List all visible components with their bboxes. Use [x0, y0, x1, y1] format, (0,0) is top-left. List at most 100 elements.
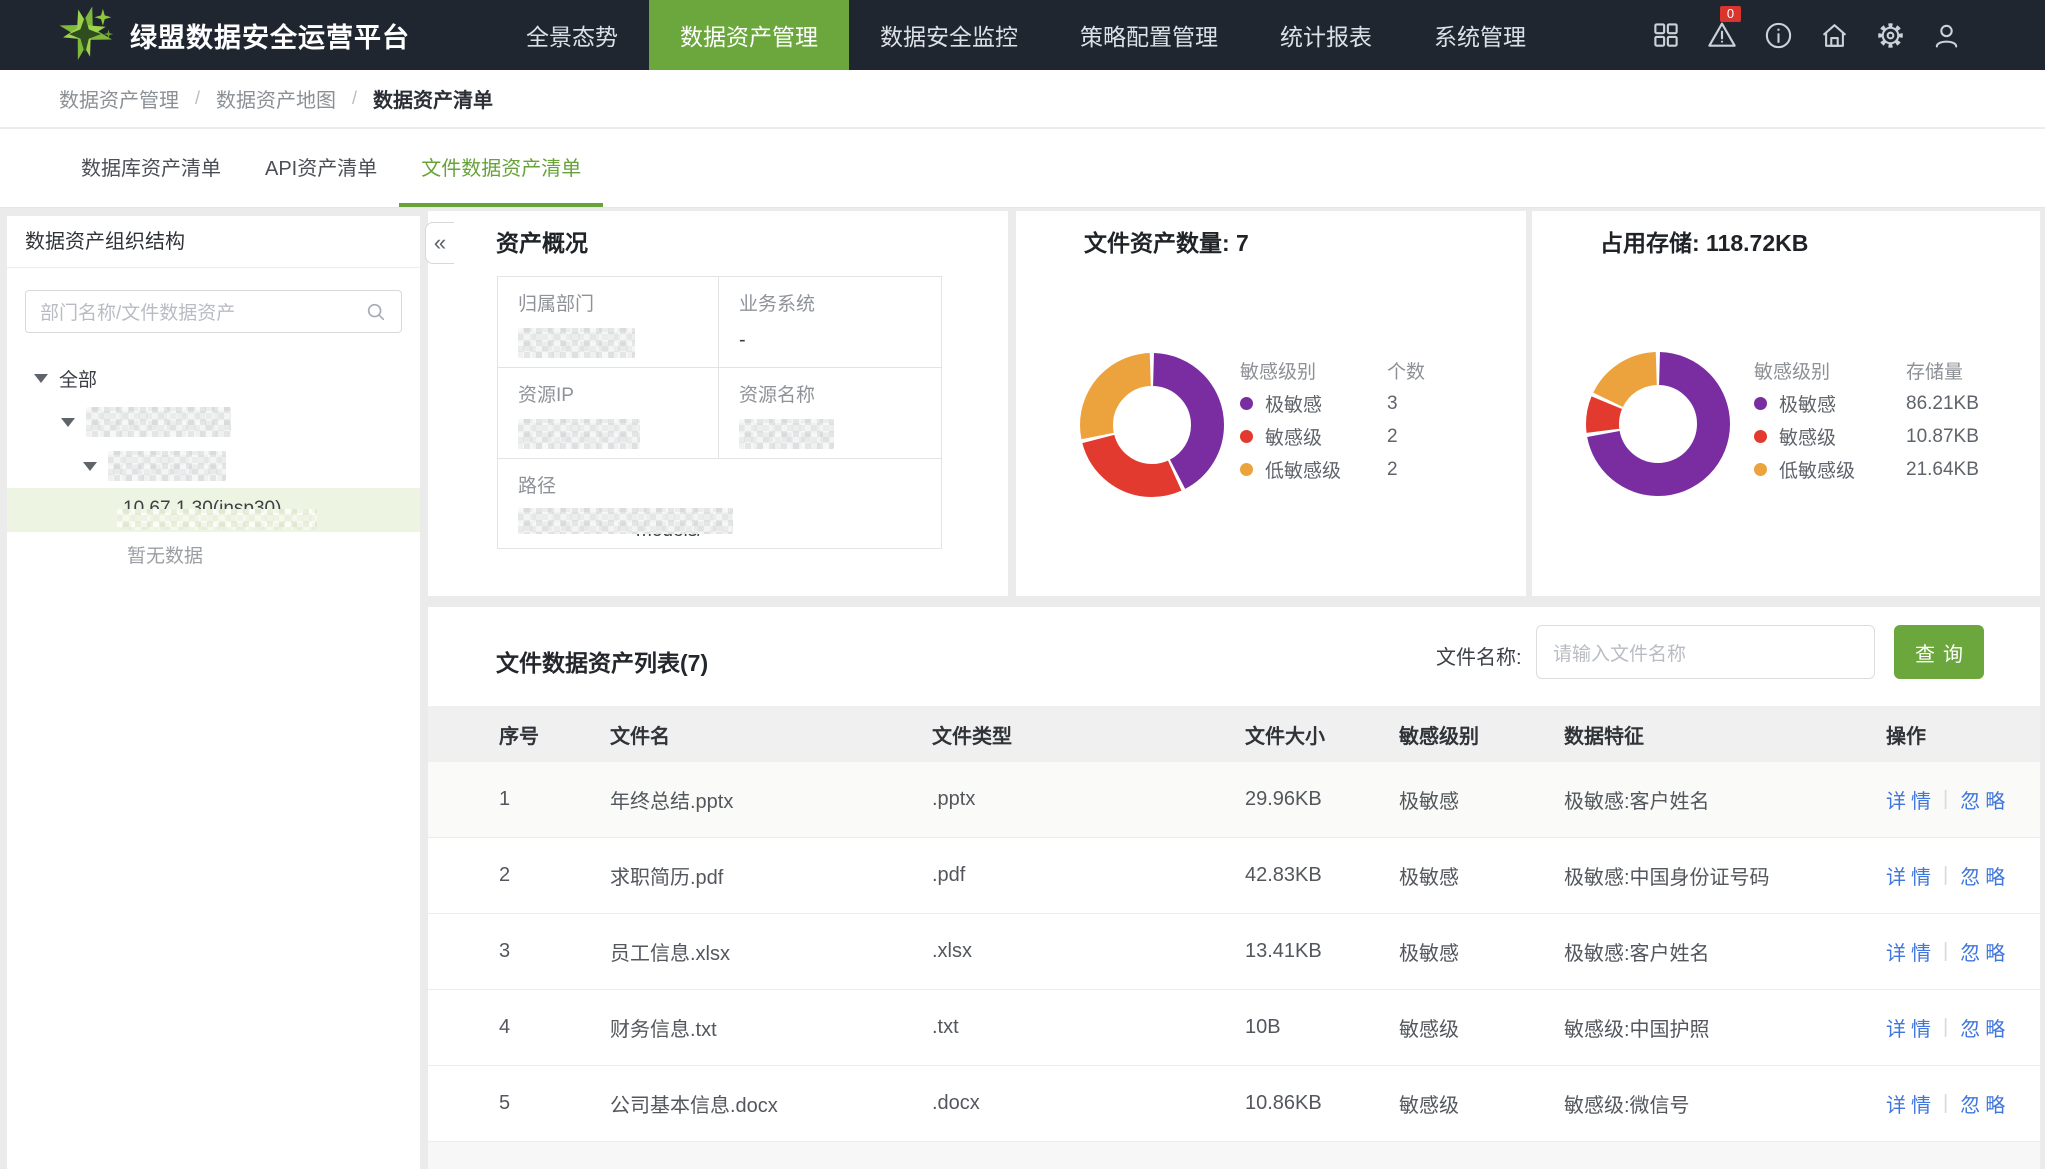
storage-card: 占用存储: 118.72KB 敏感级别存储量极敏感86.21KB敏感级10.87… — [1532, 211, 2040, 596]
info-circle-icon[interactable] — [1762, 19, 1794, 51]
org-search-placeholder: 部门名称/文件数据资产 — [40, 298, 235, 325]
table-cell: 年终总结.pptx — [610, 785, 932, 814]
table-cell: 求职简历.pdf — [610, 861, 932, 890]
caret-down-icon[interactable] — [61, 418, 75, 427]
org-tree: 全部 10.67.1.30(insp30) 暂无数据 — [7, 356, 420, 576]
caret-down-icon[interactable] — [34, 374, 48, 383]
table-row: 2求职简历.pdf.pdf42.83KB极敏感极敏感:中国身份证号码详情|忽略 — [428, 838, 2040, 914]
table-cell: .docx — [932, 1092, 1245, 1115]
nav-item[interactable]: 统计报表 — [1249, 0, 1403, 70]
user-icon[interactable] — [1930, 19, 1962, 51]
legend-label: 敏感级 — [1265, 423, 1322, 450]
overview-cell: 业务系统 - — [719, 277, 941, 368]
nav-item[interactable]: 数据资产管理 — [649, 0, 849, 70]
field-label: 业务系统 — [739, 294, 941, 316]
org-search-input[interactable]: 部门名称/文件数据资产 — [25, 290, 402, 333]
table-cell: 敏感级 — [1399, 1089, 1564, 1118]
column-header: 文件名 — [610, 720, 932, 749]
breadcrumb-item: 数据资产清单 — [373, 84, 493, 113]
file-count-legend: 敏感级别个数极敏感3敏感级2低敏感级2 — [1240, 354, 1477, 486]
table-cell: 极敏感 — [1399, 937, 1564, 966]
tree-node-masked[interactable] — [7, 444, 420, 488]
tree-node-selected[interactable]: 10.67.1.30(insp30) — [7, 488, 420, 532]
masked-value — [518, 419, 640, 449]
nav-item[interactable]: 策略配置管理 — [1049, 0, 1249, 70]
ignore-link[interactable]: 忽略 — [1960, 1013, 2010, 1042]
action-separator: | — [1943, 1092, 1948, 1115]
tab-item[interactable]: 数据库资产清单 — [59, 129, 243, 207]
tree-node-label: 全部 — [59, 365, 97, 392]
query-button[interactable]: 查询 — [1894, 625, 1984, 679]
tab-active[interactable]: 文件数据资产清单 — [399, 129, 603, 207]
detail-link[interactable]: 详情 — [1886, 861, 1936, 890]
table-cell: 极敏感:客户姓名 — [1564, 937, 1886, 966]
tab-bar: 数据库资产清单API资产清单文件数据资产清单 — [0, 129, 2045, 208]
ignore-link[interactable]: 忽略 — [1960, 785, 2010, 814]
ignore-link[interactable]: 忽略 — [1960, 1089, 2010, 1118]
legend-label: 低敏感级 — [1779, 456, 1855, 483]
legend-value: 2 — [1387, 426, 1477, 448]
breadcrumb-item[interactable]: 数据资产管理 — [59, 84, 179, 113]
row-actions: 详情 | 忽略 — [1886, 1089, 2040, 1118]
breadcrumb-item[interactable]: 数据资产地图 — [216, 84, 336, 113]
legend-label: 低敏感级 — [1265, 456, 1341, 483]
masked-value — [739, 419, 834, 449]
detail-link[interactable]: 详情 — [1886, 1089, 1936, 1118]
brand: 绿盟数据安全运营平台 — [56, 4, 410, 66]
ignore-link[interactable]: 忽略 — [1960, 861, 2010, 890]
legend-item: 极敏感 — [1754, 390, 1906, 417]
tab-item[interactable]: API资产清单 — [243, 129, 399, 207]
table-cell: 42.83KB — [1245, 864, 1399, 887]
legend-dot-icon — [1754, 397, 1767, 410]
action-separator: | — [1943, 864, 1948, 887]
masked-value — [86, 407, 231, 437]
table-cell: 公司基本信息.docx — [610, 1089, 932, 1118]
detail-link[interactable]: 详情 — [1886, 937, 1936, 966]
table-cell: 10B — [1245, 1016, 1399, 1039]
file-name-placeholder: 请输入文件名称 — [1553, 639, 1686, 666]
table-cell: 1 — [428, 788, 610, 811]
action-separator: | — [1943, 940, 1948, 963]
home-icon[interactable] — [1818, 19, 1850, 51]
table-cell: .pdf — [932, 864, 1245, 887]
file-asset-list-card: 文件数据资产列表(7) 文件名称: 请输入文件名称 查询 序号文件名文件类型文件… — [428, 607, 2040, 1169]
nav-item[interactable]: 全景态势 — [495, 0, 649, 70]
tree-node-root[interactable]: 全部 — [7, 356, 420, 400]
legend-value: 2 — [1387, 459, 1477, 481]
alarm-badge: 0 — [1720, 6, 1741, 22]
legend-item: 敏感级 — [1240, 423, 1387, 450]
caret-down-icon[interactable] — [83, 462, 97, 471]
collapse-sidebar-button[interactable]: « — [425, 222, 454, 264]
row-actions: 详情|忽略 — [1886, 785, 2040, 814]
breadcrumb: 数据资产管理/数据资产地图/数据资产清单 — [0, 70, 2045, 128]
apps-grid-icon[interactable] — [1650, 19, 1682, 51]
legend-item: 敏感级 — [1754, 423, 1906, 450]
legend-dot-icon — [1240, 430, 1253, 443]
alarm-triangle-icon[interactable]: 0 — [1706, 19, 1738, 51]
legend-label: 极敏感 — [1265, 390, 1322, 417]
nav-item[interactable]: 系统管理 — [1403, 0, 1557, 70]
table-cell: 29.96KB — [1245, 788, 1399, 811]
row-actions: 详情 | 忽略 — [1886, 937, 2040, 966]
table-cell: 敏感级:中国护照 — [1564, 1013, 1886, 1042]
breadcrumb-separator: / — [352, 88, 357, 109]
table-cell: 员工信息.xlsx — [610, 937, 932, 966]
table-cell: 极敏感 — [1399, 861, 1564, 890]
table-row: 1年终总结.pptx.pptx29.96KB极敏感极敏感:客户姓名详情|忽略 — [428, 762, 2040, 838]
overview-cell: 路径 models/ — [498, 459, 941, 548]
ignore-link[interactable]: 忽略 — [1960, 937, 2010, 966]
masked-value — [108, 451, 226, 481]
file-name-label: 文件名称: — [1436, 641, 1522, 670]
masked-value — [518, 328, 635, 358]
detail-link[interactable]: 详情 — [1886, 1013, 1936, 1042]
detail-link[interactable]: 详情 — [1886, 785, 1936, 814]
gear-icon[interactable] — [1874, 19, 1906, 51]
legend-item: 极敏感 — [1240, 390, 1387, 417]
tree-node-masked[interactable] — [7, 400, 420, 444]
table-row: 3员工信息.xlsx.xlsx13.41KB极敏感极敏感:客户姓名详情|忽略 — [428, 914, 2040, 990]
legend-dot-icon — [1240, 463, 1253, 476]
file-name-input[interactable]: 请输入文件名称 — [1536, 625, 1875, 679]
legend-label: 极敏感 — [1779, 390, 1836, 417]
file-count-title: 文件资产数量: 7 — [1084, 224, 1249, 258]
nav-item[interactable]: 数据安全监控 — [849, 0, 1049, 70]
